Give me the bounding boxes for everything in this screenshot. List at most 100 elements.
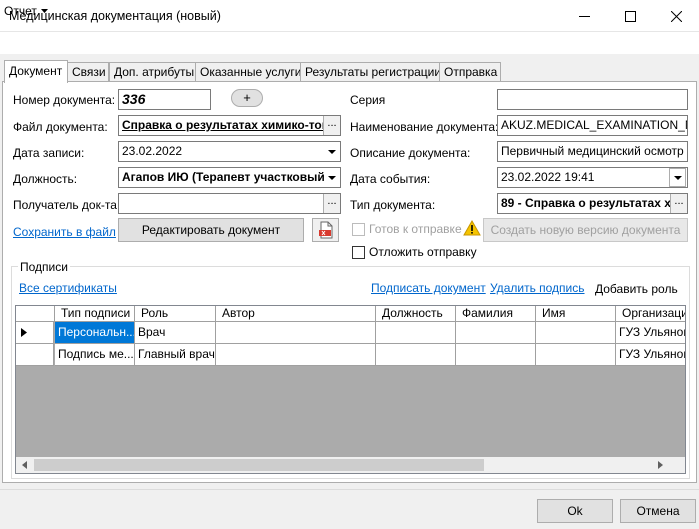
add-role-button[interactable]: Добавить роль <box>595 282 681 296</box>
tab-registration-results[interactable]: Результаты регистрации <box>300 62 442 82</box>
table-cell[interactable] <box>536 344 616 366</box>
menu-bar <box>0 32 699 54</box>
doc-file-browse-button[interactable]: ... <box>323 116 340 135</box>
ok-button[interactable]: Ok <box>537 499 613 523</box>
minimize-icon <box>578 15 590 17</box>
column-header[interactable]: Фамилия <box>456 306 536 322</box>
chevron-right-icon <box>657 461 663 469</box>
save-to-file-link[interactable]: Сохранить в файл <box>13 225 116 239</box>
table-cell[interactable]: Врач <box>135 322 216 344</box>
ready-to-send-checkbox[interactable] <box>352 223 365 236</box>
doc-name-field[interactable]: AKUZ.MEDICAL_EXAMINATION_MAIN <box>497 115 688 136</box>
doc-name-label: Наименование документа: <box>350 120 499 134</box>
doc-file-value: Справка о результатах химико-токсикологи… <box>122 118 341 132</box>
position-dropdown-button[interactable] <box>324 168 340 187</box>
column-header[interactable]: Организация <box>616 306 685 322</box>
doc-description-field[interactable]: Первичный медицинский осмотр <box>497 141 688 162</box>
scroll-thumb[interactable] <box>34 459 484 471</box>
scroll-right-button[interactable] <box>652 457 668 473</box>
position-field[interactable]: Агапов ИЮ (Терапевт участковый) <box>118 167 341 188</box>
doc-name-value: AKUZ.MEDICAL_EXAMINATION_MAIN <box>501 118 687 132</box>
column-header[interactable]: Должность <box>376 306 456 322</box>
tab-links[interactable]: Связи <box>67 62 109 82</box>
record-date-label: Дата записи: <box>13 146 85 160</box>
chevron-down-icon <box>328 175 336 180</box>
tab-sending[interactable]: Отправка <box>439 62 501 82</box>
doc-file-label: Файл документа: <box>13 120 108 134</box>
table-cell[interactable]: Персональн... <box>55 322 135 344</box>
delete-signature-link[interactable]: Удалить подпись <box>490 281 585 295</box>
doc-number-label: Номер документа: <box>13 93 116 107</box>
tab-label: Результаты регистрации <box>305 65 442 79</box>
event-date-field[interactable]: 23.02.2022 19:41 <box>497 167 688 188</box>
chevron-down-icon <box>673 175 682 180</box>
pdf-file-icon <box>318 221 332 239</box>
scroll-corner <box>668 457 685 473</box>
row-header[interactable] <box>16 344 54 366</box>
close-button[interactable] <box>653 0 699 32</box>
tab-extra-attributes[interactable]: Доп. атрибуты <box>109 62 196 82</box>
menu-report[interactable]: Отчет <box>4 4 48 18</box>
tab-label: Доп. атрибуты <box>114 65 195 79</box>
row-header[interactable] <box>16 322 54 344</box>
chevron-down-icon <box>40 9 48 13</box>
table-cell[interactable]: Подпись ме... <box>55 344 135 366</box>
chevron-left-icon <box>21 461 27 469</box>
menu-report-label: Отчет <box>4 4 37 18</box>
doc-type-value: 89 - Справка о результатах химико-токсик… <box>501 196 687 210</box>
cancel-button[interactable]: Отмена <box>620 499 696 523</box>
event-date-label: Дата события: <box>350 172 431 186</box>
table-cell[interactable] <box>536 322 616 344</box>
table-cell[interactable]: Главный врач <box>135 344 216 366</box>
record-date-value: 23.02.2022 <box>122 144 183 158</box>
table-cell[interactable] <box>216 322 376 344</box>
column-header[interactable]: Роль <box>135 306 216 322</box>
recipient-browse-button[interactable]: ... <box>323 194 340 213</box>
recipient-field[interactable] <box>118 193 341 214</box>
table-cell[interactable] <box>216 344 376 366</box>
tab-document[interactable]: Документ <box>4 60 68 83</box>
close-icon <box>670 10 682 22</box>
create-new-version-button[interactable]: Создать новую версию документа <box>483 218 688 242</box>
tab-services[interactable]: Оказанные услуги <box>195 62 301 82</box>
doc-number-field[interactable]: 336 <box>118 89 211 110</box>
tab-label: Документ <box>9 64 63 78</box>
record-date-field[interactable]: 23.02.2022 <box>118 141 341 162</box>
doc-description-value: Первичный медицинский осмотр <box>501 144 684 158</box>
table-cell[interactable] <box>456 322 536 344</box>
minimize-button[interactable] <box>561 0 607 32</box>
table-cell[interactable] <box>376 344 456 366</box>
tab-label: Оказанные услуги <box>200 65 302 79</box>
column-header[interactable]: Тип подписи <box>55 306 135 322</box>
postpone-send-checkbox[interactable] <box>352 246 365 259</box>
pdf-button[interactable] <box>312 218 339 242</box>
tab-label: Отправка <box>444 65 498 79</box>
record-date-dropdown-button[interactable] <box>324 142 340 161</box>
add-number-button[interactable]: + <box>231 89 263 107</box>
sign-document-link[interactable]: Подписать документ <box>371 281 486 295</box>
signatures-group-title: Подписи <box>18 260 70 274</box>
column-header[interactable]: Имя <box>536 306 616 322</box>
edit-document-button[interactable]: Редактировать документ <box>118 218 304 242</box>
tab-label: Связи <box>72 65 106 79</box>
all-certificates-link[interactable]: Все сертификаты <box>19 281 117 295</box>
table-cell[interactable] <box>376 322 456 344</box>
event-date-dropdown-button[interactable] <box>669 168 686 187</box>
table-cell[interactable]: ГУЗ Ульяновская <box>616 322 685 344</box>
table-cell[interactable]: ГУЗ Ульяновская <box>616 344 685 366</box>
series-field[interactable] <box>497 89 688 110</box>
doc-type-browse-button[interactable]: ... <box>670 194 687 213</box>
table-cell[interactable] <box>456 344 536 366</box>
ready-to-send-label: Готов к отправке <box>369 222 462 236</box>
row-header-corner <box>16 306 55 322</box>
scroll-left-button[interactable] <box>16 457 32 473</box>
postpone-send-label: Отложить отправку <box>369 245 477 259</box>
doc-file-field[interactable]: Справка о результатах химико-токсикологи… <box>118 115 341 136</box>
doc-type-label: Тип документа: <box>350 198 436 212</box>
doc-type-field[interactable]: 89 - Справка о результатах химико-токсик… <box>497 193 688 214</box>
column-header[interactable]: Автор <box>216 306 376 322</box>
maximize-button[interactable] <box>607 0 653 32</box>
maximize-icon <box>624 10 636 22</box>
warning-icon <box>463 220 481 236</box>
recipient-label: Получатель док-та <box>13 198 117 212</box>
